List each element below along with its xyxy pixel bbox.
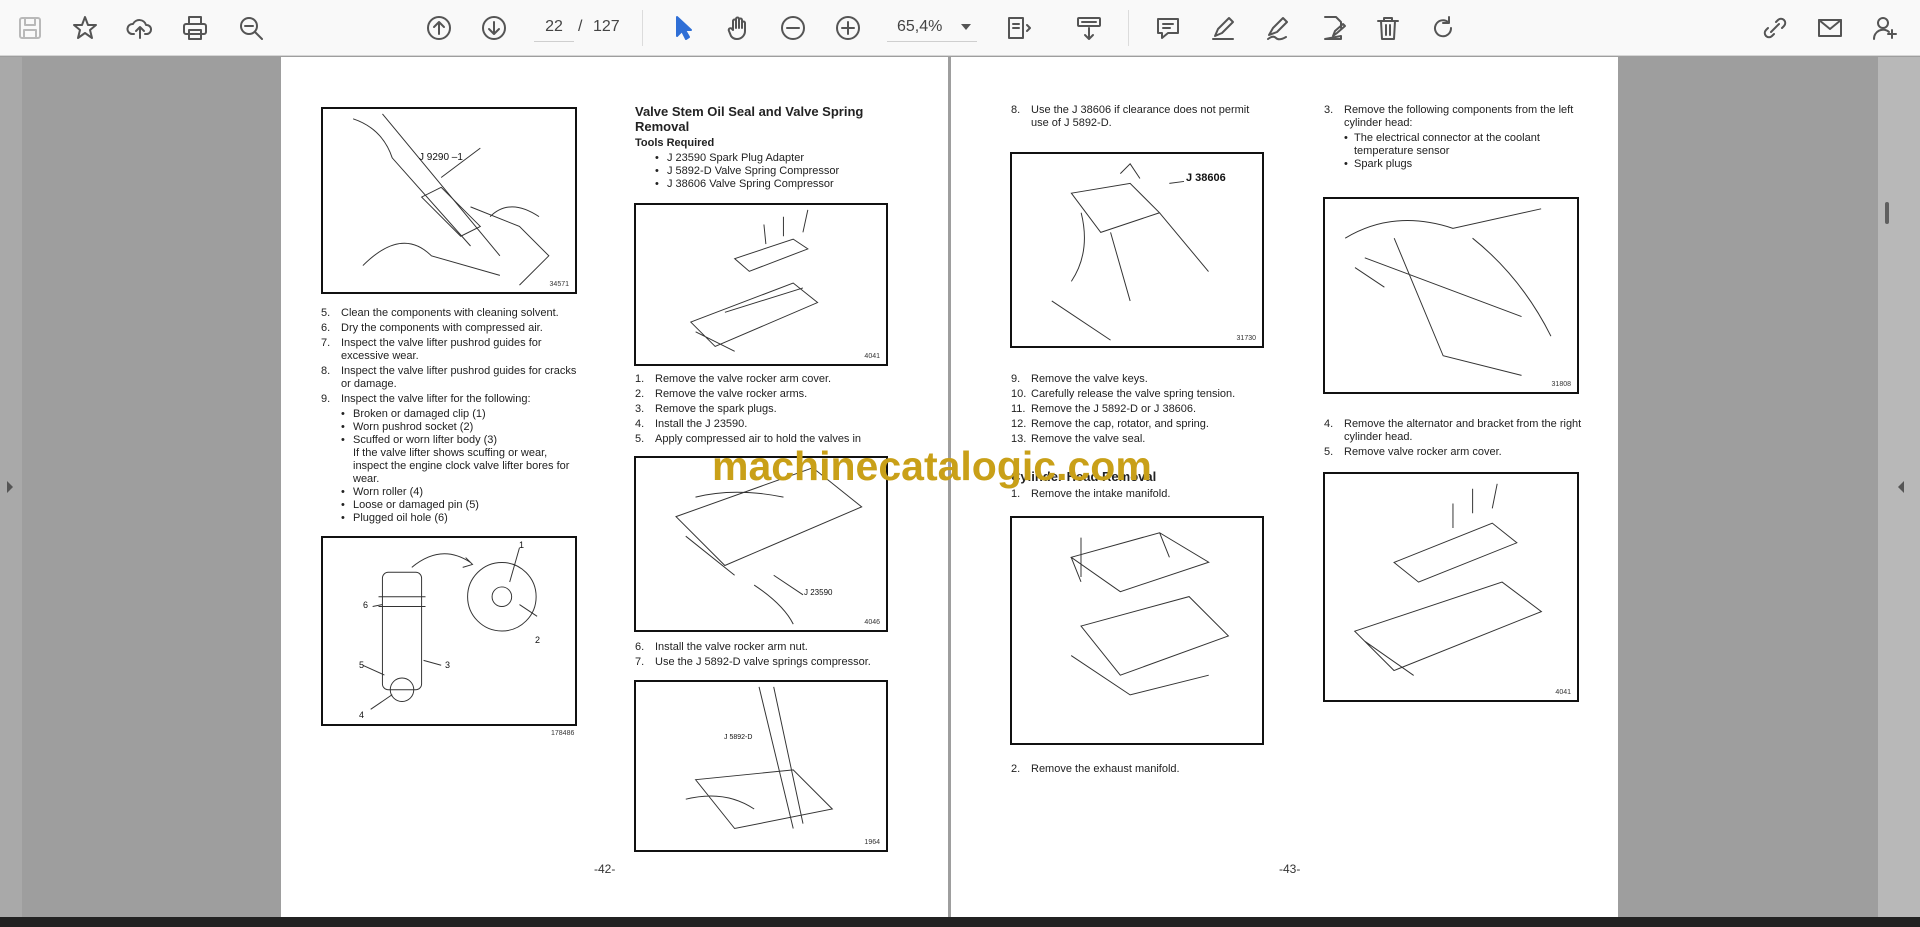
select-cursor-icon[interactable] [665, 10, 701, 46]
fig-label: J 9290 –1 [419, 152, 463, 163]
sign-icon[interactable] [1260, 10, 1296, 46]
left-panel-toggle[interactable] [0, 57, 22, 917]
step-2-exhaust: 2. Remove the exhaust manifold. [1011, 763, 1180, 775]
taskbar-strip [0, 917, 1920, 927]
scrollbar-thumb[interactable] [1885, 202, 1889, 224]
figure-spring-compressor: J 5892-D 1964 [634, 680, 888, 852]
page-total: 127 [593, 18, 620, 35]
next-page-icon[interactable] [476, 10, 512, 46]
previous-page-icon[interactable] [421, 10, 457, 46]
page-separator: / [578, 18, 583, 35]
right-panel-toggle[interactable] [1878, 57, 1920, 917]
step-1-intake: 1. Remove the intake manifold. [1011, 488, 1171, 500]
page-number: -42- [594, 862, 616, 876]
share-link-icon[interactable] [1757, 10, 1793, 46]
expand-right-icon[interactable] [1898, 481, 1904, 493]
redo-rotate-icon[interactable] [1425, 10, 1461, 46]
figure-rocker-cover-right: 4041 [1323, 472, 1579, 702]
zoom-search-icon[interactable] [233, 10, 269, 46]
step-3: 3. Remove the following components from t… [1324, 104, 1594, 171]
add-user-icon[interactable] [1867, 10, 1903, 46]
steps-1-5: 1. Remove the valve rocker arm cover. 2. R… [635, 373, 862, 445]
chevron-down-icon [961, 24, 971, 30]
steps-9-13: 9. Remove the valve keys. 10. Carefully re… [1011, 373, 1236, 445]
upload-cloud-icon[interactable] [122, 10, 158, 46]
step-8: 8. Use the J 38606 if clearance does not … [1011, 104, 1250, 129]
hand-pan-icon[interactable] [720, 10, 756, 46]
illustration-valve-lifter [362, 547, 538, 710]
figure-j38606: J 38606 31730 [1010, 152, 1264, 348]
page-fit-icon[interactable] [1001, 10, 1037, 46]
expand-left-icon[interactable] [7, 481, 13, 493]
figure-number: 34571 [549, 281, 569, 288]
save-icon[interactable] [12, 10, 48, 46]
figure-left-cylinder-head: 31808 [1323, 197, 1579, 394]
steps-5-9: 5. Clean the components with cleaning sol… [321, 307, 581, 525]
page-number-input[interactable] [534, 12, 574, 42]
zoom-out-icon[interactable] [775, 10, 811, 46]
highlight-pen-icon[interactable] [1205, 10, 1241, 46]
edit-document-icon[interactable] [1315, 10, 1351, 46]
figure-lifter-remover: J 9290 –1 34571 [321, 107, 577, 294]
section-heading: Valve Stem Oil Seal and Valve Spring Rem… [635, 104, 864, 134]
figure-valve-lifter: 1 2 3 4 5 6 [321, 536, 577, 726]
watermark: machinecatalogic.com [712, 443, 1152, 489]
figure-rocker-cover: 4041 [634, 203, 888, 366]
print-icon[interactable] [177, 10, 213, 46]
steps-6-7: 6. Install the valve rocker arm nut. 7. Us… [635, 641, 871, 668]
page-number: -43- [1279, 862, 1301, 876]
email-icon[interactable] [1812, 10, 1848, 46]
zoom-value: 65,4% [897, 18, 943, 35]
zoom-select[interactable]: 65,4% [887, 12, 977, 42]
tools-heading: Tools Required [635, 137, 715, 149]
tools-list: J 23590 Spark Plug Adapter J 5892-D Valv… [635, 152, 905, 191]
bookmark-star-icon[interactable] [67, 10, 103, 46]
figure-intake-manifold [1010, 516, 1264, 745]
delete-trash-icon[interactable] [1370, 10, 1406, 46]
toolbar: / 127 65,4% [0, 0, 1920, 56]
comment-icon[interactable] [1150, 10, 1186, 46]
scroll-mode-icon[interactable] [1071, 10, 1107, 46]
illustration-lifter-remover [352, 113, 550, 286]
zoom-in-icon[interactable] [830, 10, 866, 46]
steps-4-5: 4. Remove the alternator and bracket from… [1324, 418, 1582, 458]
